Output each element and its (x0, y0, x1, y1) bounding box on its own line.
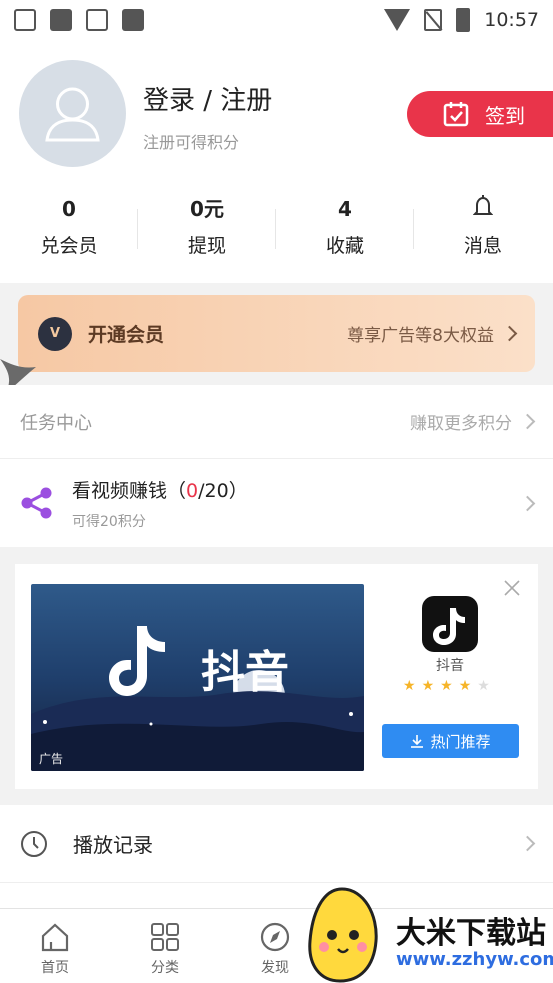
stat-withdraw[interactable]: 0元 提现 (138, 195, 276, 265)
stat-redeem-vip[interactable]: 0 兑会员 (0, 195, 138, 265)
task-center-header[interactable]: 任务中心 赚取更多积分 (0, 385, 553, 459)
share-icon (21, 487, 52, 519)
task-center: 任务中心 赚取更多积分 看视频赚钱（0/20） 可得20积分 (0, 385, 553, 547)
no-sim-icon (424, 9, 443, 31)
checkin-label: 签到 (485, 103, 525, 128)
login-register-link[interactable]: 登录 / 注册 (143, 80, 272, 117)
grid-icon (151, 923, 179, 951)
task-watch-video[interactable]: 看视频赚钱（0/20） 可得20积分 (0, 459, 553, 547)
star-icon: ★ (458, 678, 472, 694)
stat-favorites[interactable]: 4 收藏 (276, 195, 414, 265)
watermark-title: 大米下载站 (396, 916, 546, 951)
download-icon (411, 735, 424, 748)
play-history-item[interactable]: 播放记录 (0, 805, 553, 883)
tab-label: 首页 (41, 960, 69, 976)
night-landscape-icon (31, 626, 364, 771)
home-icon (41, 923, 69, 952)
chevron-right-icon (519, 495, 536, 511)
star-empty-icon: ★ (477, 678, 490, 694)
stat-value: 0元 (190, 197, 224, 221)
tab-category[interactable]: 分类 (110, 909, 220, 983)
ad-headline: 抖音 (201, 647, 289, 698)
task-center-title: 任务中心 (20, 412, 92, 434)
user-icon (45, 87, 100, 142)
vip-benefits: 尊享广告等8大权益 (347, 326, 494, 346)
stat-value: 4 (338, 197, 352, 221)
rice-mascot-icon (308, 887, 378, 983)
star-icon: ★ (440, 678, 453, 694)
calendar-check-icon (443, 102, 469, 127)
watermark-url: www.zzhyw.com (396, 949, 553, 970)
watermark: 大米下载站 www.zzhyw.com (300, 883, 553, 983)
notification-icon (14, 9, 36, 31)
register-hint: 注册可得积分 (143, 133, 240, 152)
stat-value: 0 (62, 197, 76, 221)
hot-recommend-button[interactable]: 热门推荐 (382, 724, 519, 758)
stats-row: 0 兑会员 0元 提现 4 收藏 消息 (0, 195, 553, 265)
close-icon[interactable] (504, 580, 520, 596)
wifi-icon (384, 9, 411, 31)
chevron-right-icon (501, 325, 518, 342)
stat-label: 兑会员 (40, 235, 98, 257)
ad-card[interactable]: 抖音 广告 抖音 ★ ★ ★ ★ ★ 热门推荐 (15, 564, 538, 789)
bell-icon (472, 195, 494, 215)
tab-label: 分类 (151, 960, 179, 976)
stat-label: 提现 (187, 235, 226, 257)
ad-image[interactable]: 抖音 广告 (31, 584, 364, 771)
chevron-right-icon (519, 835, 536, 852)
star-icon: ★ (403, 678, 416, 694)
profile-header: 登录 / 注册 注册可得积分 签到 0 兑会员 0元 提现 4 收藏 消息 (0, 40, 553, 283)
earn-more-points-link: 赚取更多积分 (410, 414, 512, 434)
task-title: 看视频赚钱（0/20） (72, 479, 248, 502)
app-logo-icon[interactable] (422, 596, 478, 652)
hot-recommend-label: 热门推荐 (430, 732, 491, 751)
task-reward: 可得20积分 (72, 513, 146, 530)
vip-title: 开通会员 (88, 324, 165, 346)
app-rating: ★ ★ ★ ★ ★ (403, 678, 490, 694)
app-notification-icon-2 (122, 9, 144, 31)
image-icon (50, 9, 72, 31)
play-history-title: 播放记录 (73, 833, 153, 857)
status-bar: 10:57 (0, 0, 553, 40)
avatar[interactable] (19, 60, 126, 167)
compass-icon (260, 922, 290, 952)
checkin-button[interactable]: 签到 (407, 91, 553, 137)
stat-label: 收藏 (325, 235, 364, 257)
app-notification-icon (86, 9, 108, 31)
ad-label: 广告 (39, 752, 64, 766)
vip-banner[interactable]: V 开通会员 尊享广告等8大权益 (18, 295, 535, 372)
vip-icon: V (38, 316, 72, 351)
stat-messages[interactable]: 消息 (414, 195, 552, 265)
clock: 10:57 (484, 9, 539, 31)
star-icon: ★ (421, 678, 435, 694)
tab-home[interactable]: 首页 (0, 909, 110, 983)
app-name: 抖音 (436, 658, 464, 674)
tab-label: 发现 (261, 960, 289, 976)
chevron-right-icon (519, 413, 536, 430)
battery-icon (456, 8, 471, 32)
stat-label: 消息 (463, 235, 502, 257)
clock-icon (21, 830, 47, 857)
